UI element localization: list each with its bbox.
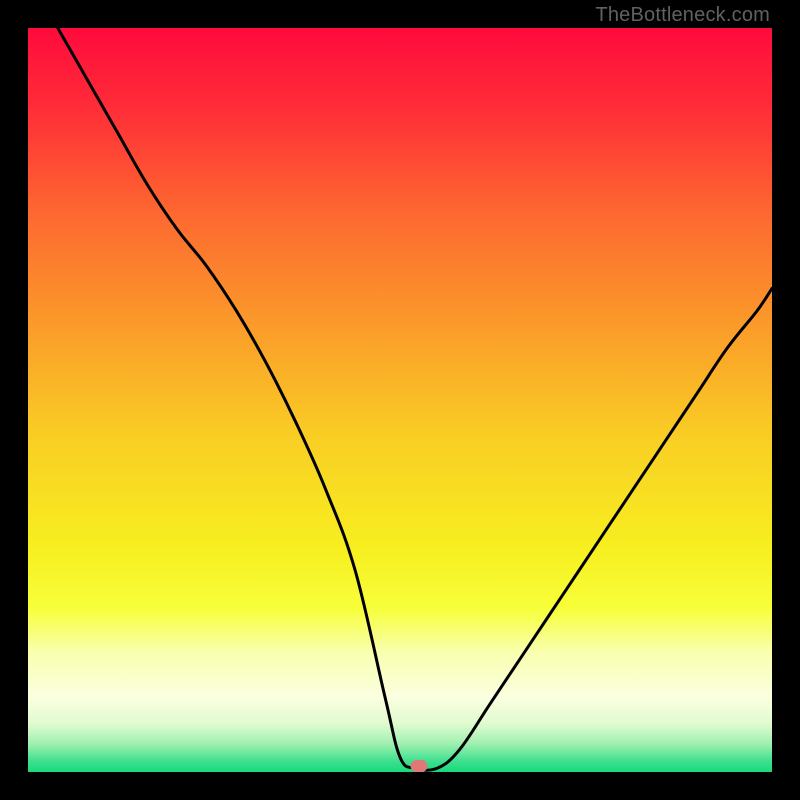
optimal-marker <box>410 760 427 772</box>
bottleneck-chart <box>28 28 772 772</box>
chart-frame <box>28 28 772 772</box>
gradient-background <box>28 28 772 772</box>
watermark-text: TheBottleneck.com <box>595 4 770 27</box>
